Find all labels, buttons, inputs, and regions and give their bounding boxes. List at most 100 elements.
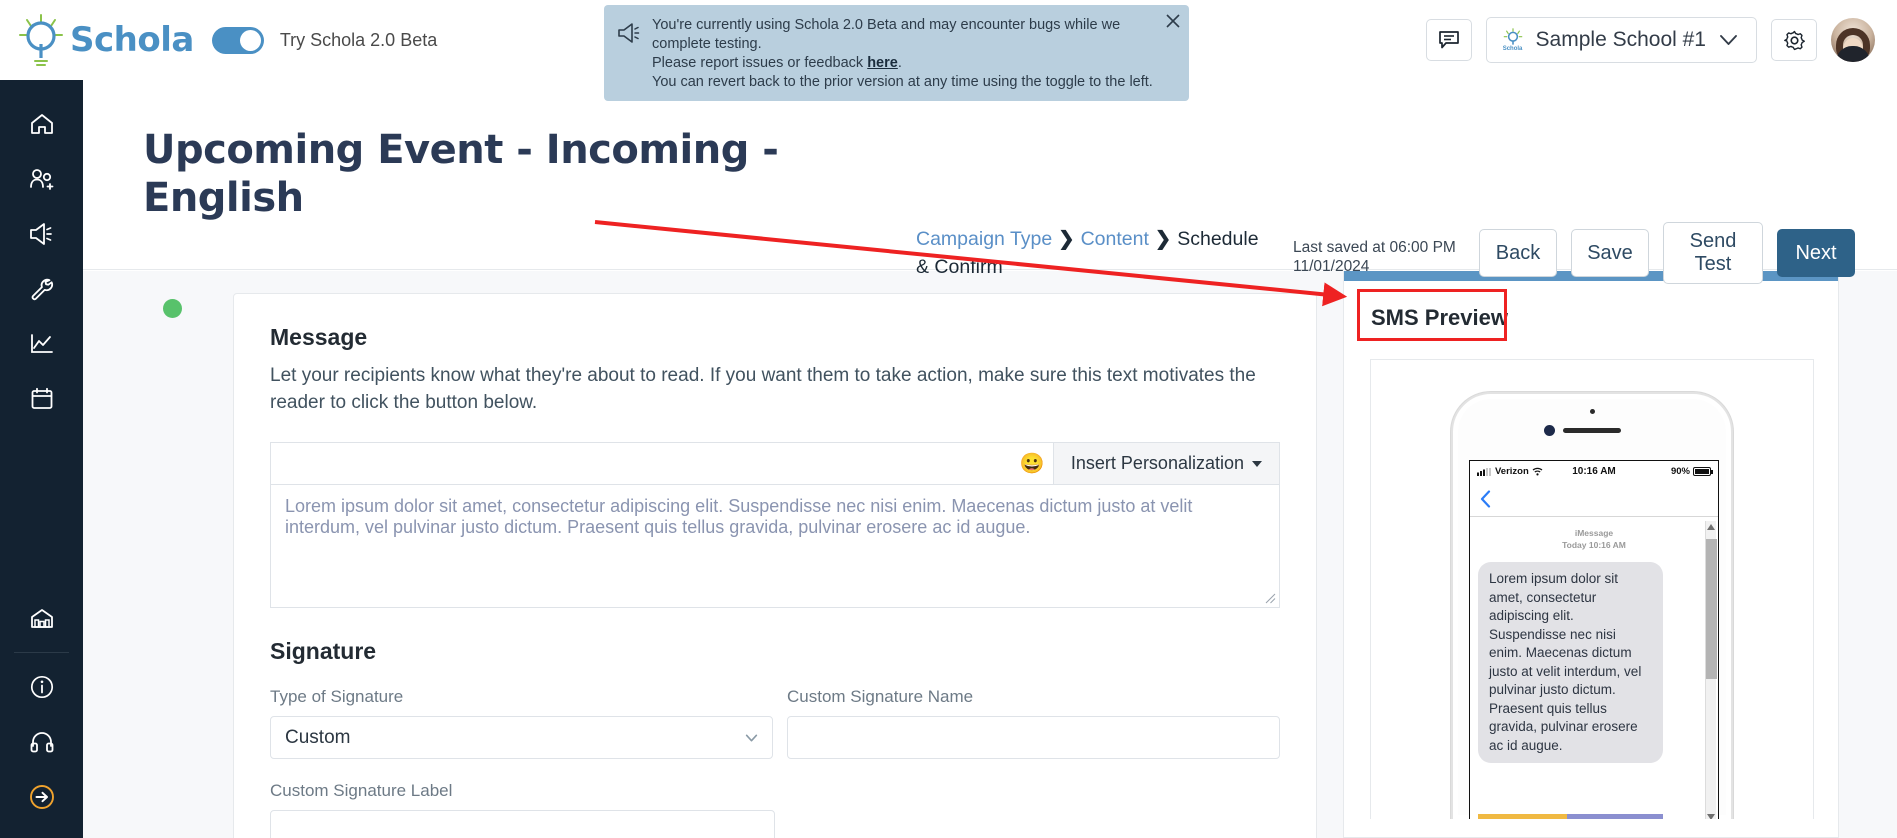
- custom-signature-label-label: Custom Signature Label: [270, 781, 453, 800]
- banner-line-2-suffix: .: [897, 55, 902, 71]
- lightbulb-icon: [19, 14, 63, 66]
- battery-icon: [1693, 466, 1713, 476]
- insert-personalization-label: Insert Personalization: [1070, 453, 1244, 473]
- scroll-up-arrow-icon[interactable]: [1707, 524, 1715, 530]
- headphones-icon: [30, 731, 53, 752]
- sidebar-nav: [0, 80, 83, 426]
- scroll-down-arrow-icon[interactable]: [1707, 814, 1715, 819]
- scrollbar-thumb[interactable]: [1706, 539, 1717, 679]
- save-button[interactable]: Save: [1571, 229, 1649, 277]
- settings-button[interactable]: [1771, 19, 1817, 61]
- imessage-label: iMessage: [1574, 528, 1614, 538]
- message-textarea-value: Lorem ipsum dolor sit amet, consectetur …: [285, 496, 1193, 537]
- brand-wordmark: Schola: [70, 20, 194, 60]
- action-bar-purple: [1566, 814, 1663, 819]
- sidebar-item-home[interactable]: [0, 96, 83, 151]
- phone-status-bar: Verizon 10:16 AM 90%: [1470, 461, 1718, 481]
- phone-camera: [1544, 425, 1555, 436]
- banner-text: You're currently using Schola 2.0 Beta a…: [652, 14, 1177, 92]
- type-of-signature-select[interactable]: Custom: [270, 716, 773, 759]
- next-button[interactable]: Next: [1777, 229, 1855, 277]
- chevron-down-icon: [1720, 35, 1737, 45]
- phone-speaker: [1563, 428, 1621, 433]
- sms-message-bubble: Lorem ipsum dolor sit amet, consectetur …: [1478, 562, 1663, 763]
- back-button[interactable]: Back: [1479, 229, 1557, 277]
- custom-signature-label-input[interactable]: [270, 810, 775, 838]
- close-icon[interactable]: [1165, 13, 1181, 29]
- feedback-link[interactable]: here: [867, 55, 898, 71]
- send-test-line-2: Test: [1694, 253, 1732, 275]
- sidebar-item-support[interactable]: [0, 714, 83, 769]
- beta-toggle[interactable]: [211, 26, 264, 54]
- header-actions: Back Save Send Test Next: [1479, 222, 1855, 284]
- gear-icon: [1783, 30, 1805, 50]
- signature-section-title: Signature: [270, 638, 377, 664]
- banner-line-2-prefix: Please report issues or feedback: [652, 55, 868, 71]
- sidebar-item-info[interactable]: [0, 659, 83, 714]
- avatar-hair: [1836, 27, 1870, 62]
- custom-signature-name-label: Custom Signature Name: [786, 687, 974, 706]
- brand: Schola Try Schola 2.0 Beta: [0, 14, 437, 66]
- breadcrumb-item-campaign-type[interactable]: Campaign Type: [916, 228, 1052, 250]
- sidebar-item-calendar[interactable]: [0, 371, 83, 426]
- beta-notification-banner: You're currently using Schola 2.0 Beta a…: [604, 5, 1189, 101]
- breadcrumb: Campaign Type ❯ Content ❯ Schedule & Confirm: [916, 225, 1276, 281]
- imessage-timestamp: Today 10:16 AM: [1562, 540, 1626, 550]
- status-bar-time: 10:16 AM: [1572, 465, 1616, 477]
- chevron-left-icon[interactable]: [1480, 489, 1491, 508]
- megaphone-icon: [29, 222, 52, 245]
- user-avatar[interactable]: [1831, 18, 1875, 62]
- resize-grip-icon[interactable]: [1265, 593, 1276, 604]
- signature-section: Signature Type of Signature Custom Custo…: [270, 638, 1280, 838]
- chevron-down-icon: [745, 734, 758, 741]
- schola-mini-wordmark: Schola: [1502, 46, 1523, 52]
- custom-signature-label-field: Custom Signature Label: [270, 781, 775, 838]
- phone-nav-bar: [1470, 481, 1718, 517]
- phone-mockup: Verizon 10:16 AM 90% iMessage Today 10:1…: [1451, 392, 1733, 819]
- sidebar-item-school[interactable]: [0, 591, 83, 646]
- sidebar-lower-nav: [0, 591, 83, 824]
- breadcrumb-separator: ❯: [1154, 228, 1172, 250]
- last-saved-status: Last saved at 06:00 PM 11/01/2024: [1293, 239, 1456, 275]
- page-header: Upcoming Event - Incoming - English Camp…: [83, 80, 1897, 284]
- content-area: Message Let your recipients know what th…: [83, 271, 1897, 838]
- chat-button[interactable]: [1425, 19, 1472, 61]
- message-toolbar: 😀 Insert Personalization: [270, 442, 1280, 484]
- breadcrumb-item-content[interactable]: Content: [1081, 228, 1149, 250]
- home-icon: [30, 113, 53, 134]
- preview-scrollbar[interactable]: [1705, 521, 1717, 819]
- sidebar-item-announcements[interactable]: [0, 206, 83, 261]
- content-form-card: Message Let your recipients know what th…: [233, 293, 1317, 838]
- banner-line-2: Please report issues or feedback here.: [652, 54, 1177, 73]
- type-of-signature-label: Type of Signature: [270, 687, 404, 706]
- page-title: Upcoming Event - Incoming - English: [143, 127, 779, 221]
- message-textarea[interactable]: Lorem ipsum dolor sit amet, consectetur …: [270, 484, 1280, 608]
- caret-down-icon: [1252, 460, 1262, 467]
- type-of-signature-field: Type of Signature Custom: [270, 687, 773, 759]
- send-test-line-1: Send: [1689, 230, 1737, 252]
- message-editor: 😀 Insert Personalization Lorem ipsum dol…: [270, 442, 1280, 608]
- wrench-icon: [31, 278, 53, 300]
- sidebar-item-tools[interactable]: [0, 261, 83, 316]
- custom-signature-name-input[interactable]: [786, 716, 1280, 759]
- chart-line-icon: [30, 333, 53, 353]
- sidebar-item-add-user[interactable]: [0, 151, 83, 206]
- left-sidebar: [0, 80, 83, 838]
- school-selector[interactable]: Schola Sample School #1: [1485, 17, 1757, 63]
- sidebar-divider: [14, 652, 69, 653]
- sidebar-item-analytics[interactable]: [0, 316, 83, 371]
- user-plus-icon: [29, 168, 53, 190]
- insert-personalization-dropdown[interactable]: Insert Personalization: [1052, 443, 1279, 484]
- beta-toggle-label: Try Schola 2.0 Beta: [279, 29, 438, 50]
- imessage-header: iMessage Today 10:16 AM: [1478, 527, 1710, 551]
- chat-bubble-icon: [1438, 31, 1459, 49]
- emoji-smiley-icon[interactable]: 😀: [1011, 444, 1053, 484]
- send-test-button[interactable]: Send Test: [1663, 222, 1763, 284]
- schola-mini-logo: Schola: [1503, 28, 1523, 52]
- top-bar: Schola Try Schola 2.0 Beta You're curren…: [0, 0, 1897, 101]
- top-right-controls: Schola Sample School #1: [1425, 17, 1897, 63]
- schola-logo[interactable]: Schola: [18, 14, 194, 66]
- sms-preview-panel: SMS Preview Verizon 10:16 AM 90% iMessag…: [1343, 271, 1839, 838]
- sidebar-item-expand[interactable]: [0, 769, 83, 824]
- message-section-title: Message: [270, 324, 368, 350]
